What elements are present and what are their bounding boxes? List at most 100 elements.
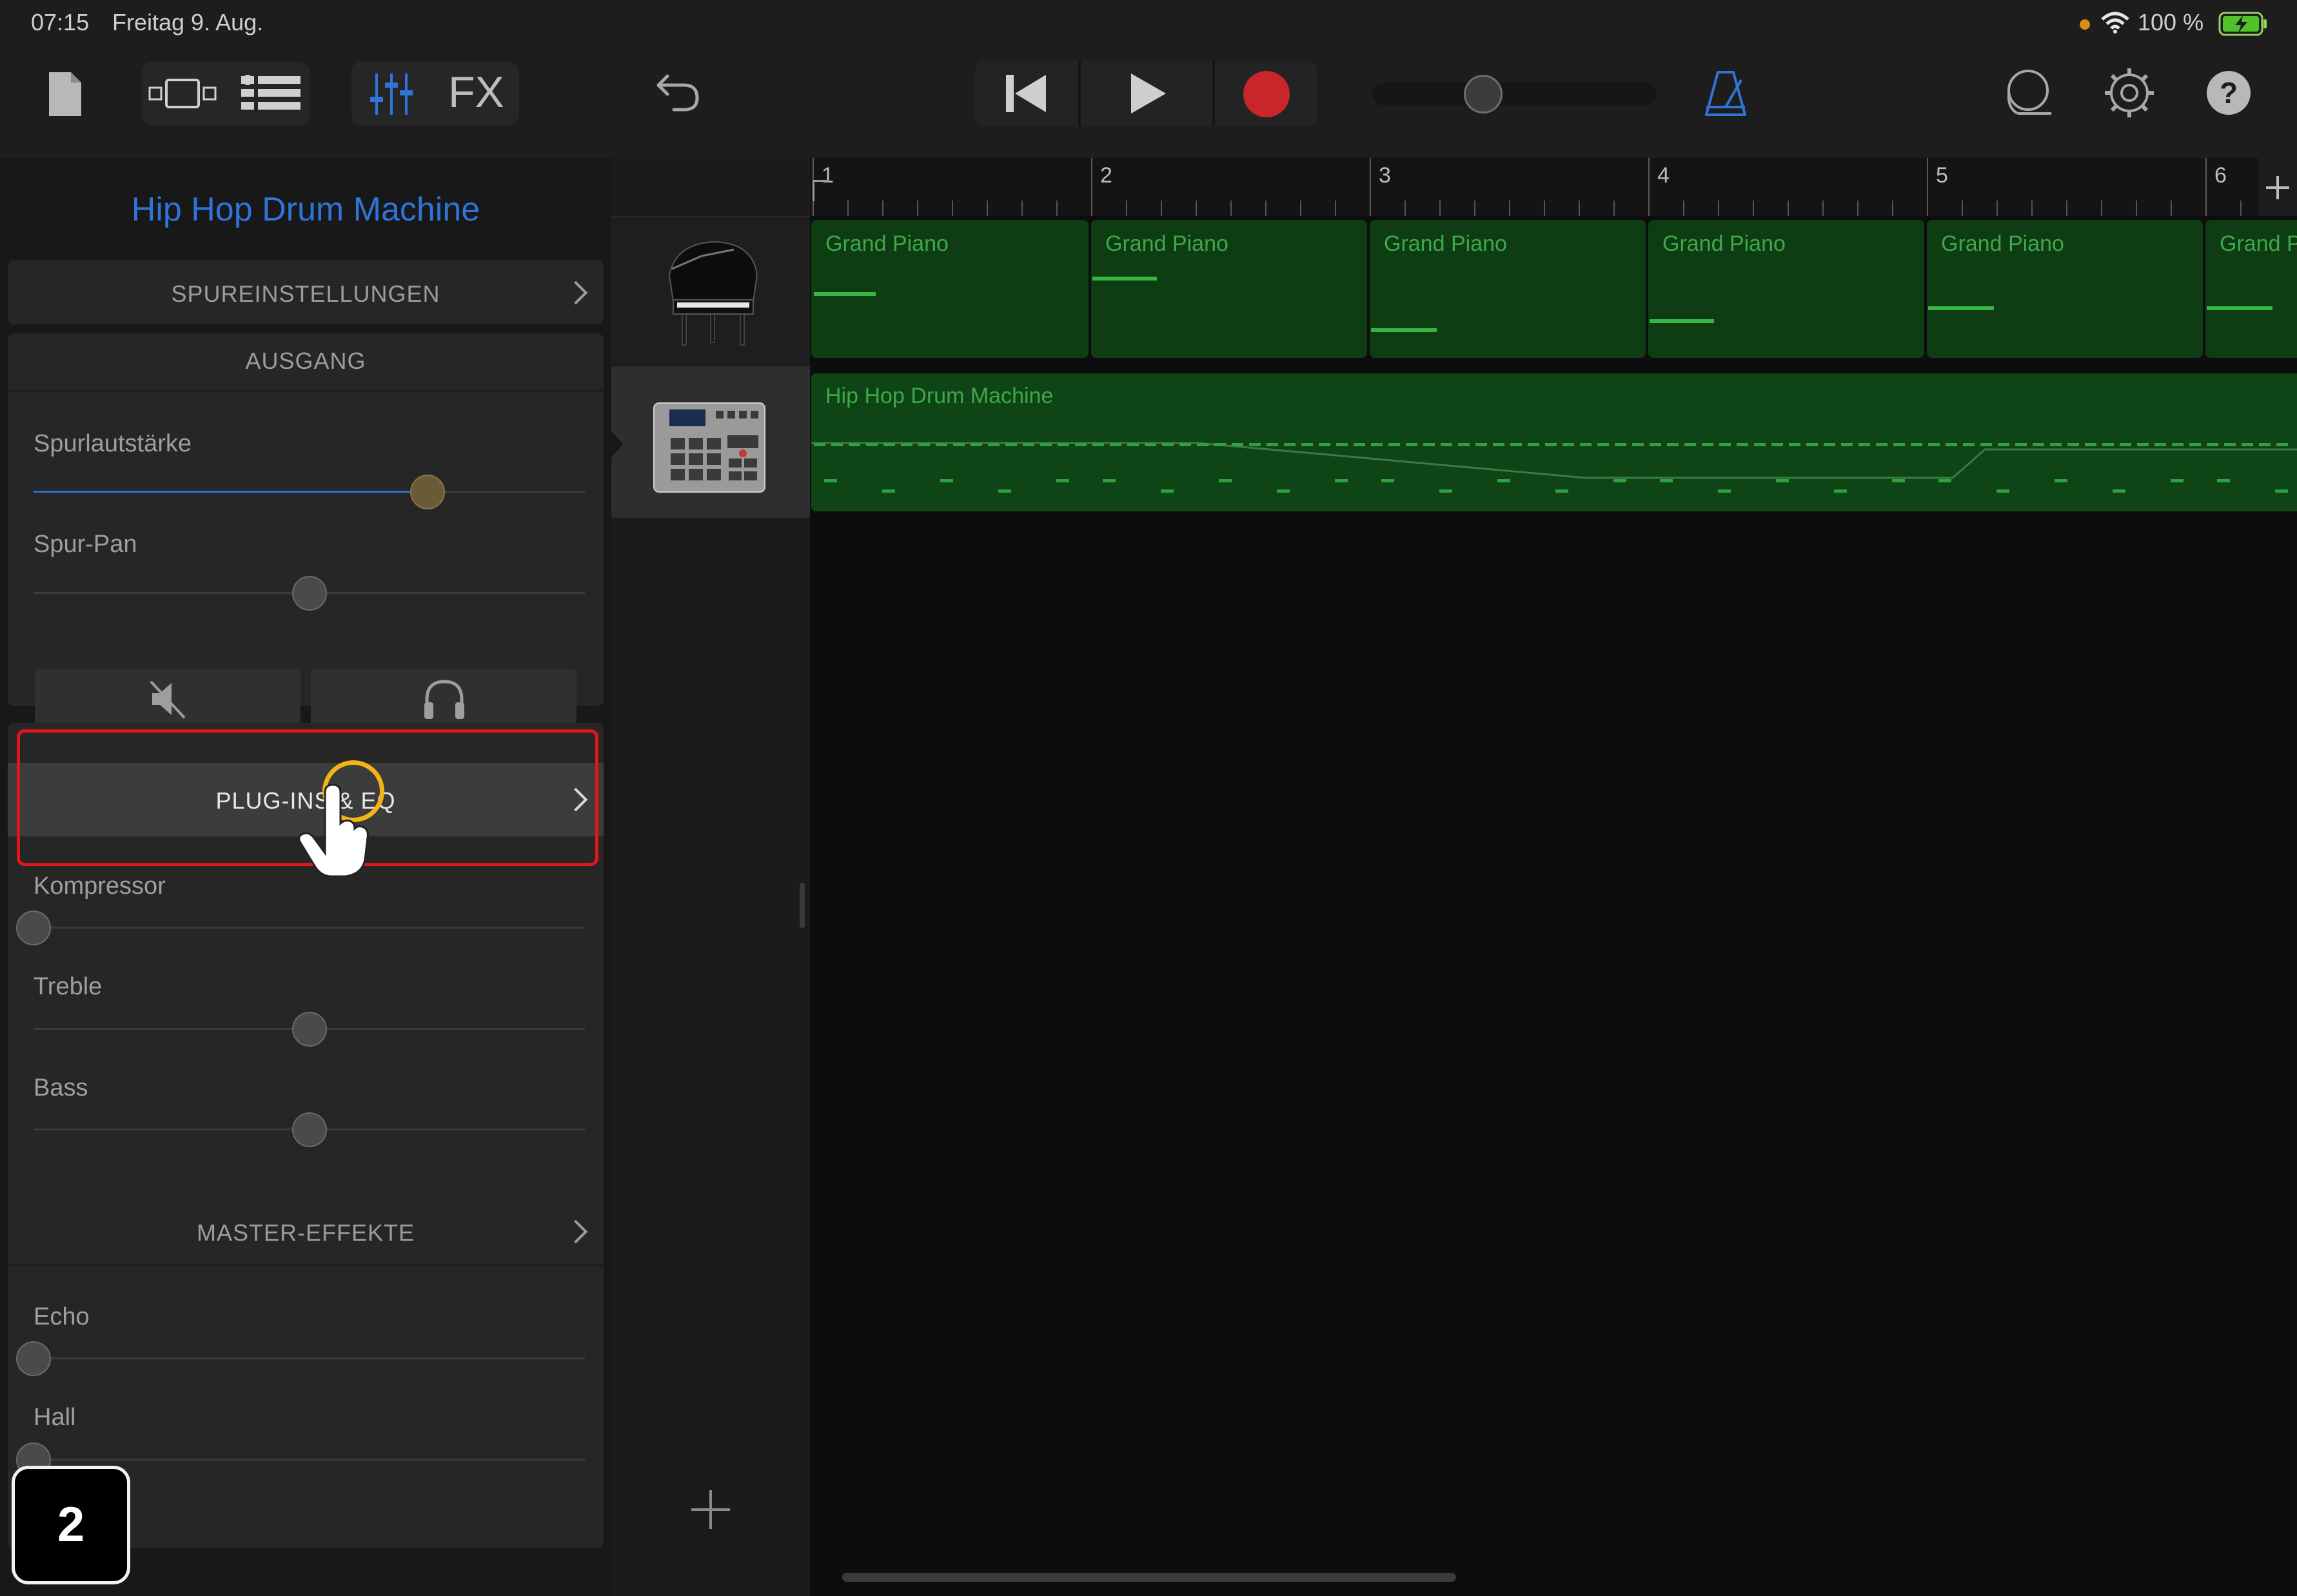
document-icon[interactable] <box>46 70 84 119</box>
drum-hit <box>1789 443 1800 446</box>
drum-hit <box>1946 443 1957 446</box>
settings-icon[interactable] <box>2104 67 2155 119</box>
battery-icon <box>2218 12 2267 36</box>
region-grand-piano[interactable]: Grand P <box>2205 220 2297 358</box>
ruler-tick <box>1857 201 1858 216</box>
master-volume-slider[interactable] <box>1372 83 1656 106</box>
grand-piano-icon <box>668 241 758 346</box>
drum-hit <box>1005 443 1017 446</box>
drum-hit <box>1381 479 1394 482</box>
drum-hit <box>2120 443 2131 446</box>
drum-hit <box>1980 443 1992 446</box>
echo-label: Echo <box>34 1303 90 1330</box>
mixer-icon[interactable] <box>369 71 414 117</box>
compressor-slider-knob[interactable] <box>16 911 51 945</box>
ruler-tick <box>1196 201 1197 216</box>
record-button[interactable] <box>1243 71 1290 117</box>
ruler-tick <box>917 201 918 216</box>
drum-hit <box>1876 443 1888 446</box>
pan-slider-knob[interactable] <box>291 576 327 611</box>
ruler-tick <box>2066 201 2067 216</box>
ruler-tick <box>2171 201 2172 216</box>
ruler-tick <box>2136 201 2137 216</box>
drum-hit <box>1684 443 1696 446</box>
drum-hit <box>1615 443 1626 446</box>
metronome-icon[interactable] <box>1702 68 1749 119</box>
drum-hit <box>1702 443 1713 446</box>
status-time: 07:15 <box>31 9 90 35</box>
track-header-grand-piano[interactable] <box>611 217 810 364</box>
play-icon[interactable] <box>1129 71 1168 116</box>
help-icon[interactable]: ? <box>2207 71 2251 115</box>
region-grand-piano[interactable]: Grand Piano <box>1927 220 2203 358</box>
master-volume-knob[interactable] <box>1464 75 1503 113</box>
track-view-icon[interactable] <box>239 72 303 115</box>
drum-hit <box>1718 489 1731 493</box>
master-effects-label: MASTER-EFFEKTE <box>196 1219 415 1246</box>
ruler-tick <box>1753 201 1754 216</box>
bass-label: Bass <box>34 1074 88 1101</box>
drum-hit <box>1545 443 1557 446</box>
drum-hit <box>1563 443 1574 446</box>
volume-slider[interactable] <box>34 491 585 493</box>
bass-slider-knob[interactable] <box>291 1112 327 1147</box>
ruler-tick <box>1788 201 1789 216</box>
track-settings-button[interactable]: SPUREINSTELLUNGEN <box>8 260 604 324</box>
hall-slider[interactable] <box>34 1459 585 1461</box>
drum-hit <box>953 443 965 446</box>
drum-hit <box>1301 443 1313 446</box>
master-effects-button[interactable]: MASTER-EFFEKTE <box>8 1200 604 1265</box>
playhead-icon[interactable] <box>813 180 829 201</box>
drum-hit <box>1754 443 1766 446</box>
region-grand-piano[interactable]: Grand Piano <box>1091 220 1367 358</box>
drum-hit <box>1998 443 2009 446</box>
midi-note <box>1928 306 1994 310</box>
drum-hit <box>971 443 982 446</box>
add-section-button[interactable] <box>2258 158 2297 216</box>
drum-hit <box>918 443 930 446</box>
region-label: Grand Piano <box>825 232 949 256</box>
ruler-tick <box>847 201 849 216</box>
track-header-drum-machine[interactable] <box>606 367 810 517</box>
compressor-slider[interactable] <box>34 927 585 929</box>
solo-button[interactable] <box>311 669 577 727</box>
echo-slider[interactable] <box>34 1357 585 1359</box>
view-toggle-icon[interactable] <box>147 76 219 111</box>
drum-hit <box>988 443 1000 446</box>
loop-icon[interactable] <box>2002 67 2054 119</box>
drum-hit <box>2217 479 2230 482</box>
drum-hit <box>1336 443 1348 446</box>
region-hip-hop-drum-machine[interactable]: Hip Hop Drum Machine <box>811 373 2297 511</box>
horizontal-scrollbar[interactable] <box>842 1573 1456 1582</box>
drum-hit <box>1834 489 1847 493</box>
volume-slider-knob[interactable] <box>410 475 446 509</box>
drum-hit <box>1219 479 1232 482</box>
ruler-tick <box>1613 201 1615 216</box>
drum-hit <box>1841 443 1853 446</box>
drum-hit <box>2067 443 2079 446</box>
region-grand-piano[interactable]: Grand Piano <box>811 220 1089 358</box>
add-track-button[interactable] <box>691 1490 730 1529</box>
drum-hit <box>2137 443 2149 446</box>
treble-slider-knob[interactable] <box>291 1012 327 1047</box>
fx-button[interactable]: FX <box>448 67 504 117</box>
drum-hit <box>1493 443 1504 446</box>
drum-hit <box>1580 443 1592 446</box>
mute-button[interactable] <box>35 669 301 727</box>
panel-resize-handle[interactable] <box>800 883 805 928</box>
region-grand-piano[interactable]: Grand Piano <box>1370 220 1646 358</box>
drum-hit <box>1597 443 1609 446</box>
midi-note <box>1092 277 1157 281</box>
undo-icon[interactable] <box>655 71 701 113</box>
drum-hit <box>1058 443 1069 446</box>
echo-slider-knob[interactable] <box>16 1341 51 1376</box>
region-label: Grand Piano <box>1941 232 2064 256</box>
timeline-ruler[interactable]: 1 2 3 4 5 6 <box>810 158 2297 216</box>
region-grand-piano[interactable]: Grand Piano <box>1648 220 1924 358</box>
rewind-icon[interactable] <box>1003 72 1050 115</box>
compressor-label: Kompressor <box>34 872 166 900</box>
drum-hit <box>1439 489 1452 493</box>
track-name-title: Hip Hop Drum Machine <box>131 191 480 228</box>
drum-hit <box>1103 479 1116 482</box>
tracks-area[interactable]: Grand Piano Grand Piano Grand Piano Gran… <box>800 216 2297 1596</box>
